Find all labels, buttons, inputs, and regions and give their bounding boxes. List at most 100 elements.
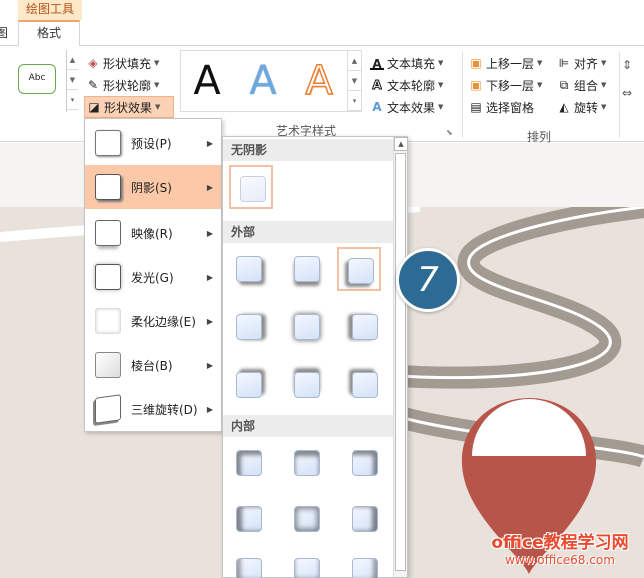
bring-forward-icon: ▣ [470,56,482,70]
shadow-option-none[interactable] [229,165,273,209]
chevron-down-icon: ▼ [438,103,444,111]
3d-rotation-icon [95,394,121,424]
shadow-option-inner-top[interactable] [285,441,329,485]
reflection-icon [95,220,121,246]
gallery-more-icon[interactable]: ▾ [67,90,78,110]
shadow-option-inner-bottom-left[interactable] [227,549,271,578]
text-commands: A 文本填充 ▼ A 文本轮廓 ▼ A 文本效果 ▼ [368,52,460,118]
shadow-option-outer-bottom[interactable] [285,247,329,291]
chevron-down-icon: ▼ [601,59,607,67]
shape-effects-menu: 预设(P) ▶ 阴影(S) ▶ 映像(R) ▶ 发光(G) ▶ 柔化边缘(E) … [84,118,222,432]
text-outline-button[interactable]: A 文本轮廓 ▼ [368,74,460,96]
shadow-option-inner-left[interactable] [227,497,271,541]
chevron-down-icon: ▼ [438,81,444,89]
wordart-style-black[interactable]: A [185,57,229,105]
shadow-option-inner-center[interactable] [285,497,329,541]
height-icon[interactable]: ⇕ [620,52,641,78]
step-number-badge: 7 [396,248,460,312]
align-label: 对齐 [574,56,599,71]
shape-fill-button[interactable]: ◈ 形状填充 ▼ [84,52,174,74]
selection-pane-button[interactable]: ▤ 选择窗格 [467,96,551,118]
shape-effects-button[interactable]: ◪ 形状效果 ▼ [84,96,174,118]
shadow-option-outer-bottom-left[interactable] [337,247,381,291]
text-fill-label: 文本填充 [387,56,436,71]
wordart-style-orange-outline[interactable]: A [297,57,341,105]
bring-forward-button[interactable]: ▣ 上移一层 ▼ [467,52,551,74]
shape-style-gallery-scroll[interactable]: ▲ ▼ ▾ [66,50,78,112]
tab-partial-left[interactable]: 图 [0,24,8,41]
gallery-up-arrow-icon[interactable]: ▲ [348,51,361,71]
menu-item-shadow[interactable]: 阴影(S) ▶ [85,165,221,209]
soft-edges-icon [95,308,121,334]
send-backward-icon: ▣ [470,78,482,92]
menu-item-3d-rotation[interactable]: 三维旋转(D) ▶ [85,387,221,431]
width-icon[interactable]: ⇔ [620,78,641,108]
text-effects-button[interactable]: A 文本效果 ▼ [368,96,460,118]
shadow-option-inner-right[interactable] [343,497,387,541]
shadow-option-inner-bottom-right[interactable] [343,549,387,578]
scrollbar-thumb[interactable] [395,153,406,571]
shadow-option-outer-top-right[interactable] [227,363,271,407]
shape-style-preview[interactable]: Abc [18,64,56,94]
shadow-swatch [294,256,320,282]
shadow-swatch [294,558,320,578]
text-outline-label: 文本轮廓 [387,78,436,93]
menu-item-glow[interactable]: 发光(G) ▶ [85,255,221,299]
shape-effects-label: 形状效果 [104,100,153,115]
shadow-option-outer-center[interactable] [285,305,329,349]
chevron-down-icon: ▼ [154,59,160,67]
shadow-option-inner-top-right[interactable] [343,441,387,485]
chevron-right-icon: ▶ [206,138,213,148]
wordart-gallery-scroll[interactable]: ▲ ▼ ▾ [348,50,362,112]
no-shadow-swatch [240,176,266,202]
shape-outline-button[interactable]: ✎ 形状轮廓 ▼ [84,74,174,96]
send-backward-button[interactable]: ▣ 下移一层 ▼ [467,74,551,96]
shadow-option-outer-left[interactable] [343,305,387,349]
shadow-swatch [294,314,320,340]
tab-format[interactable]: 格式 [18,20,80,47]
shadow-option-inner-top-left[interactable] [227,441,271,485]
text-effects-icon: A [372,100,382,114]
shadow-swatch [352,506,378,532]
shadow-swatch [352,314,378,340]
submenu-scrollbar[interactable]: ▲ [393,137,408,577]
selection-pane-icon: ▤ [470,100,482,114]
gallery-down-arrow-icon[interactable]: ▼ [348,71,361,91]
shadow-option-outer-top-left[interactable] [343,363,387,407]
gallery-more-icon[interactable]: ▾ [348,91,361,111]
section-header-outer: 外部 [223,221,393,243]
scroll-up-arrow-icon[interactable]: ▲ [394,137,408,151]
chevron-down-icon: ▼ [601,81,607,89]
wordart-gallery[interactable]: A A A [180,50,348,112]
gallery-down-arrow-icon[interactable]: ▼ [67,70,78,90]
group-button[interactable]: ⧉ 组合 ▼ [555,74,615,96]
menu-item-soft-edges[interactable]: 柔化边缘(E) ▶ [85,299,221,343]
menu-item-label: 预设(P) [131,136,172,151]
shadow-option-outer-right[interactable] [227,305,271,349]
text-fill-icon: A [370,57,384,71]
wordart-style-blue[interactable]: A [241,57,285,105]
align-button[interactable]: ⊫ 对齐 ▼ [555,52,615,74]
bring-forward-label: 上移一层 [486,56,535,71]
ribbon-tab-row: 图 格式 [0,20,644,47]
arrange-group: ▣ 上移一层 ▼ ▣ 下移一层 ▼ ▤ 选择窗格 ⊫ 对齐 ▼ ⧉ 组合 ▼ ◭… [462,52,642,144]
menu-item-label: 三维旋转(D) [131,402,198,417]
pen-icon: ✎ [87,78,99,92]
shape-fill-label: 形状填充 [103,56,152,71]
shadow-option-outer-top[interactable] [285,363,329,407]
menu-item-reflection[interactable]: 映像(R) ▶ [85,211,221,255]
gallery-up-arrow-icon[interactable]: ▲ [67,50,78,70]
text-fill-button[interactable]: A 文本填充 ▼ [368,52,460,74]
rotate-button[interactable]: ◭ 旋转 ▼ [555,96,615,118]
dialog-launcher-icon[interactable]: ⬊ [446,128,453,137]
chevron-right-icon: ▶ [206,272,213,282]
menu-item-bevel[interactable]: 棱台(B) ▶ [85,343,221,387]
preset-icon [95,130,121,156]
shadow-swatch [294,450,320,476]
shadow-swatch [352,450,378,476]
shadow-swatch [236,372,262,398]
shadow-option-inner-bottom[interactable] [285,549,329,578]
watermark-url: www.office68.com [505,553,615,567]
shadow-option-outer-bottom-right[interactable] [227,247,271,291]
menu-item-preset[interactable]: 预设(P) ▶ [85,121,221,165]
